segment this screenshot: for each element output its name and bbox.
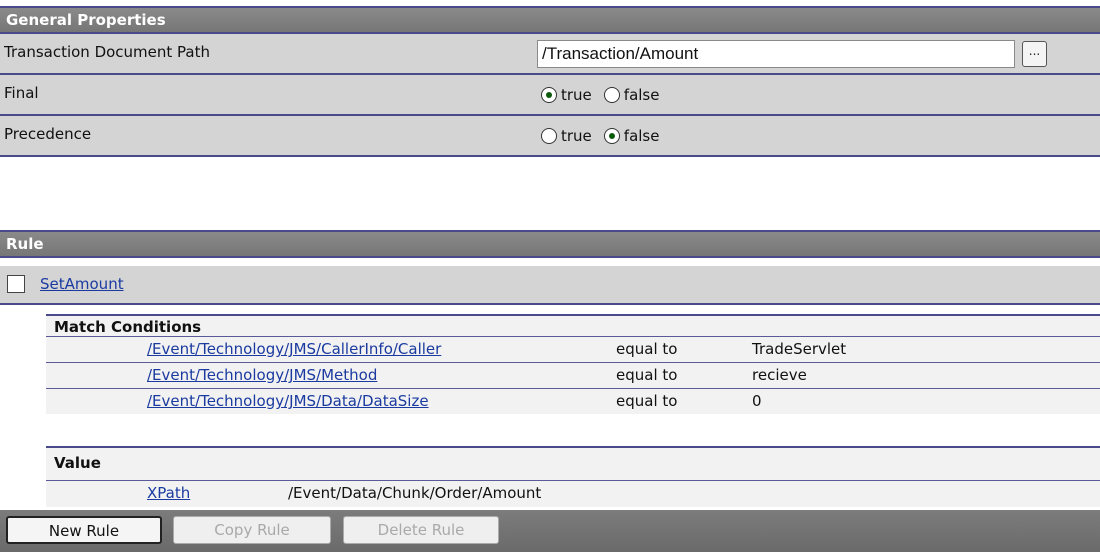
condition-value: 0 [752,392,762,410]
final-false-label: false [623,85,660,104]
condition-path-link[interactable]: /Event/Technology/JMS/Data/DataSize [147,392,429,410]
final-true-label: true [561,85,592,104]
radio-unselected-icon [541,127,557,144]
transaction-path-row: Transaction Document Path ... [0,34,1100,75]
rule-name-link[interactable]: SetAmount [40,275,124,293]
delete-rule-button: Delete Rule [343,516,499,544]
condition-operator: equal to [616,366,678,384]
precedence-row: Precedence true false [0,116,1100,157]
value-heading: Value [46,446,1100,480]
button-bar: New Rule Copy Rule Delete Rule [0,510,1100,552]
rule-row: SetAmount [0,266,1100,305]
value-expression: /Event/Data/Chunk/Order/Amount [288,484,542,502]
final-label: Final [4,84,39,102]
final-row: Final true false [0,75,1100,116]
value-type-link[interactable]: XPath [147,484,190,502]
condition-row: /Event/Technology/JMS/Data/DataSize equa… [46,388,1100,414]
condition-operator: equal to [616,340,678,358]
radio-unselected-icon [603,86,620,103]
final-true-radio[interactable]: true [537,86,592,104]
precedence-false-label: false [623,126,660,145]
condition-value: TradeServlet [752,340,847,358]
copy-rule-button: Copy Rule [173,516,331,544]
rule-select-checkbox[interactable] [7,275,25,293]
rule-header: Rule [0,230,1100,258]
condition-path-link[interactable]: /Event/Technology/JMS/CallerInfo/Caller [147,340,441,358]
browse-button[interactable]: ... [1022,40,1047,67]
condition-operator: equal to [616,392,678,410]
radio-selected-icon [541,86,557,103]
precedence-true-radio[interactable]: true [537,127,592,145]
transaction-path-input[interactable] [537,39,1015,68]
general-properties-header: General Properties [0,6,1100,34]
match-conditions-heading: Match Conditions [46,314,1100,336]
transaction-path-label: Transaction Document Path [4,43,211,61]
final-options: true false [537,75,667,114]
transaction-path-value: ... [537,34,1047,73]
precedence-true-label: true [561,126,592,145]
final-false-radio[interactable]: false [600,85,660,104]
value-row: XPath /Event/Data/Chunk/Order/Amount [46,480,1100,507]
precedence-label: Precedence [4,125,92,143]
precedence-options: true false [537,116,667,155]
condition-path-link[interactable]: /Event/Technology/JMS/Method [147,366,377,384]
precedence-false-radio[interactable]: false [600,126,660,145]
condition-value: recieve [752,366,807,384]
condition-row: /Event/Technology/JMS/CallerInfo/Caller … [46,336,1100,362]
new-rule-button[interactable]: New Rule [6,516,162,544]
condition-row: /Event/Technology/JMS/Method equal to re… [46,362,1100,388]
radio-selected-icon [603,127,620,144]
